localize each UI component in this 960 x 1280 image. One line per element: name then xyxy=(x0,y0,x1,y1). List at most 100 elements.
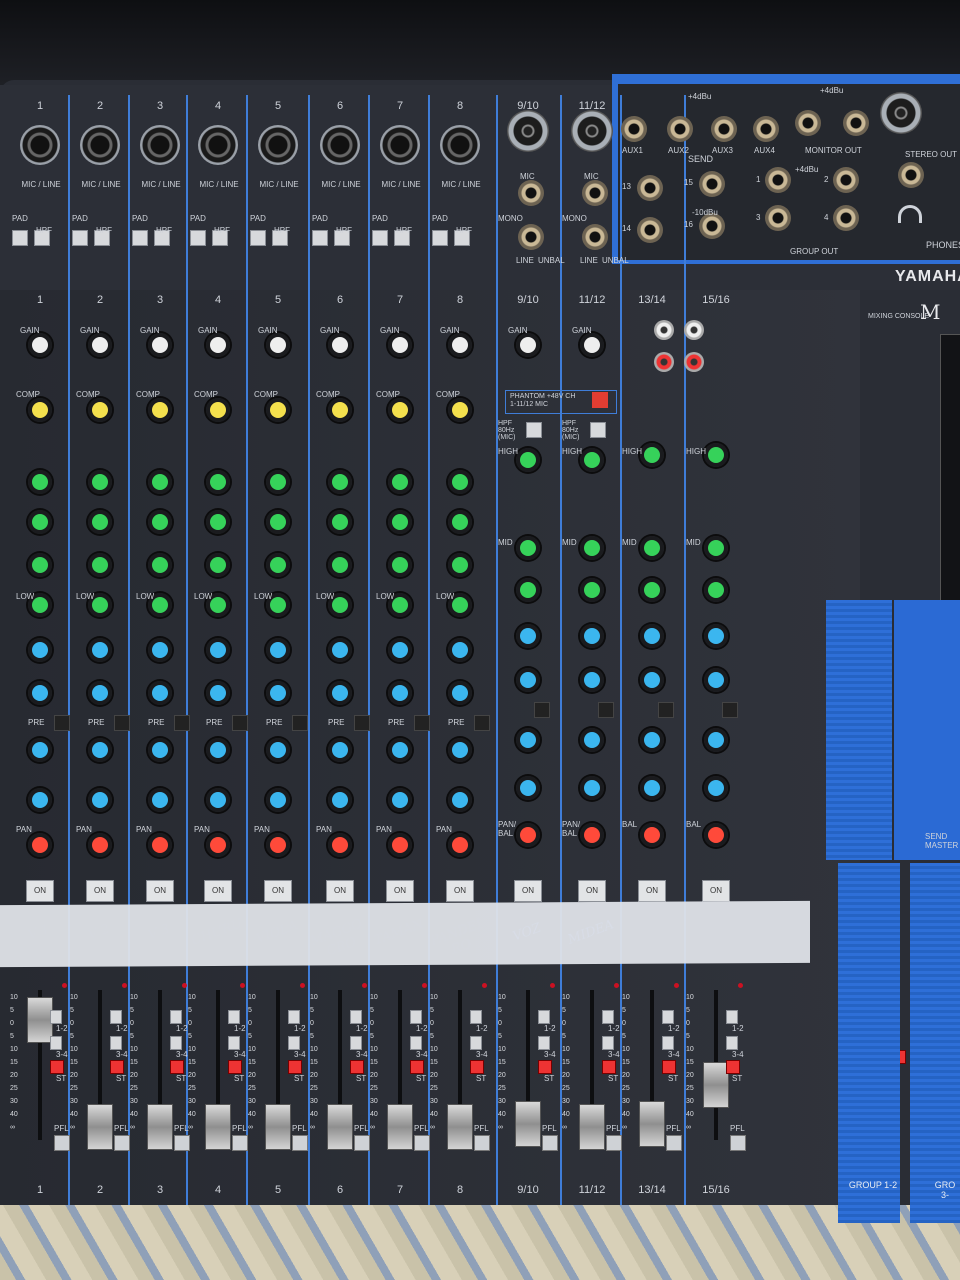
channel-fader[interactable] xyxy=(579,1104,605,1151)
bus-1-2-switch[interactable] xyxy=(110,1010,122,1024)
aux1-knob[interactable] xyxy=(388,638,412,662)
pfl-button[interactable] xyxy=(232,1135,248,1151)
pad-switch[interactable] xyxy=(12,230,28,246)
eq-high-knob[interactable] xyxy=(388,470,412,494)
bus-3-4-switch[interactable] xyxy=(726,1036,738,1050)
aux-pre-switch[interactable] xyxy=(174,715,190,731)
aux-pre-switch[interactable] xyxy=(534,702,550,718)
aux1-knob[interactable] xyxy=(28,638,52,662)
aux-out-jack[interactable] xyxy=(621,116,647,142)
stereo-assign-switch[interactable] xyxy=(110,1060,124,1074)
eq-low-knob[interactable] xyxy=(516,578,540,602)
gain-knob[interactable] xyxy=(388,333,412,357)
comp-knob[interactable] xyxy=(206,398,230,422)
eq-high-knob[interactable] xyxy=(516,448,540,472)
pad-switch[interactable] xyxy=(432,230,448,246)
channel-on-button[interactable]: ON xyxy=(326,880,354,902)
eq-mid-knob[interactable] xyxy=(148,510,172,534)
aux-out-jack[interactable] xyxy=(753,116,779,142)
eq-mid-freq-knob[interactable] xyxy=(148,553,172,577)
channel-on-button[interactable]: ON xyxy=(86,880,114,902)
eq-high-knob[interactable] xyxy=(88,470,112,494)
hpf-mic-switch[interactable] xyxy=(590,422,606,438)
aux2-knob[interactable] xyxy=(448,681,472,705)
aux4-knob[interactable] xyxy=(640,776,664,800)
eq-high-knob[interactable] xyxy=(266,470,290,494)
aux3-knob[interactable] xyxy=(328,738,352,762)
channel-on-button[interactable]: ON xyxy=(702,880,730,902)
eq-mid-knob[interactable] xyxy=(640,536,664,560)
eq-high-knob[interactable] xyxy=(148,470,172,494)
eq-mid-freq-knob[interactable] xyxy=(28,553,52,577)
comp-knob[interactable] xyxy=(88,398,112,422)
pad-switch[interactable] xyxy=(250,230,266,246)
stereo-assign-switch[interactable] xyxy=(350,1060,364,1074)
channel-on-button[interactable]: ON xyxy=(386,880,414,902)
pad-switch[interactable] xyxy=(132,230,148,246)
eq-mid-knob[interactable] xyxy=(88,510,112,534)
bus-1-2-switch[interactable] xyxy=(538,1010,550,1024)
bus-1-2-switch[interactable] xyxy=(662,1010,674,1024)
eq-mid-knob[interactable] xyxy=(28,510,52,534)
bus-3-4-switch[interactable] xyxy=(470,1036,482,1050)
channel-on-button[interactable]: ON xyxy=(578,880,606,902)
gain-knob[interactable] xyxy=(88,333,112,357)
stereo-assign-switch[interactable] xyxy=(662,1060,676,1074)
combo-jack[interactable] xyxy=(258,125,298,165)
bus-1-2-switch[interactable] xyxy=(288,1010,300,1024)
pan-knob[interactable] xyxy=(206,833,230,857)
channel-on-button[interactable]: ON xyxy=(146,880,174,902)
xlr-jack[interactable] xyxy=(571,110,613,152)
pfl-button[interactable] xyxy=(666,1135,682,1151)
aux3-knob[interactable] xyxy=(704,728,728,752)
aux1-knob[interactable] xyxy=(148,638,172,662)
bus-3-4-switch[interactable] xyxy=(50,1036,62,1050)
pfl-button[interactable] xyxy=(474,1135,490,1151)
bus-3-4-switch[interactable] xyxy=(110,1036,122,1050)
hpf-mic-switch[interactable] xyxy=(526,422,542,438)
eq-high-knob[interactable] xyxy=(580,448,604,472)
combo-jack[interactable] xyxy=(198,125,238,165)
aux4-knob[interactable] xyxy=(328,788,352,812)
aux2-knob[interactable] xyxy=(704,668,728,692)
aux4-knob[interactable] xyxy=(516,776,540,800)
aux-pre-switch[interactable] xyxy=(54,715,70,731)
aux3-knob[interactable] xyxy=(580,728,604,752)
combo-jack[interactable] xyxy=(80,125,120,165)
pfl-button[interactable] xyxy=(606,1135,622,1151)
gain-knob[interactable] xyxy=(266,333,290,357)
gain-knob[interactable] xyxy=(206,333,230,357)
aux-pre-switch[interactable] xyxy=(722,702,738,718)
bus-1-2-switch[interactable] xyxy=(50,1010,62,1024)
channel-fader[interactable] xyxy=(387,1104,413,1151)
bus-3-4-switch[interactable] xyxy=(662,1036,674,1050)
combo-jack[interactable] xyxy=(440,125,480,165)
stereo-assign-switch[interactable] xyxy=(50,1060,64,1074)
eq-mid-knob[interactable] xyxy=(388,510,412,534)
line-jack-l[interactable] xyxy=(582,180,608,206)
aux2-knob[interactable] xyxy=(640,668,664,692)
aux-out-jack[interactable] xyxy=(711,116,737,142)
bus-1-2-switch[interactable] xyxy=(470,1010,482,1024)
gain-knob[interactable] xyxy=(28,333,52,357)
stereo-assign-switch[interactable] xyxy=(538,1060,552,1074)
eq-mid-knob[interactable] xyxy=(516,536,540,560)
pan-knob[interactable] xyxy=(266,833,290,857)
aux2-knob[interactable] xyxy=(266,681,290,705)
aux1-knob[interactable] xyxy=(88,638,112,662)
aux-pre-switch[interactable] xyxy=(414,715,430,731)
gain-knob[interactable] xyxy=(148,333,172,357)
bus-3-4-switch[interactable] xyxy=(538,1036,550,1050)
channel-on-button[interactable]: ON xyxy=(204,880,232,902)
rca-jack[interactable] xyxy=(654,352,674,372)
aux3-knob[interactable] xyxy=(516,728,540,752)
bus-1-2-switch[interactable] xyxy=(170,1010,182,1024)
eq-mid-freq-knob[interactable] xyxy=(448,553,472,577)
channel-on-button[interactable]: ON xyxy=(446,880,474,902)
stereo-assign-switch[interactable] xyxy=(470,1060,484,1074)
combo-jack[interactable] xyxy=(140,125,180,165)
aux1-knob[interactable] xyxy=(580,624,604,648)
line-jack-r[interactable] xyxy=(518,224,544,250)
aux4-knob[interactable] xyxy=(580,776,604,800)
comp-knob[interactable] xyxy=(388,398,412,422)
